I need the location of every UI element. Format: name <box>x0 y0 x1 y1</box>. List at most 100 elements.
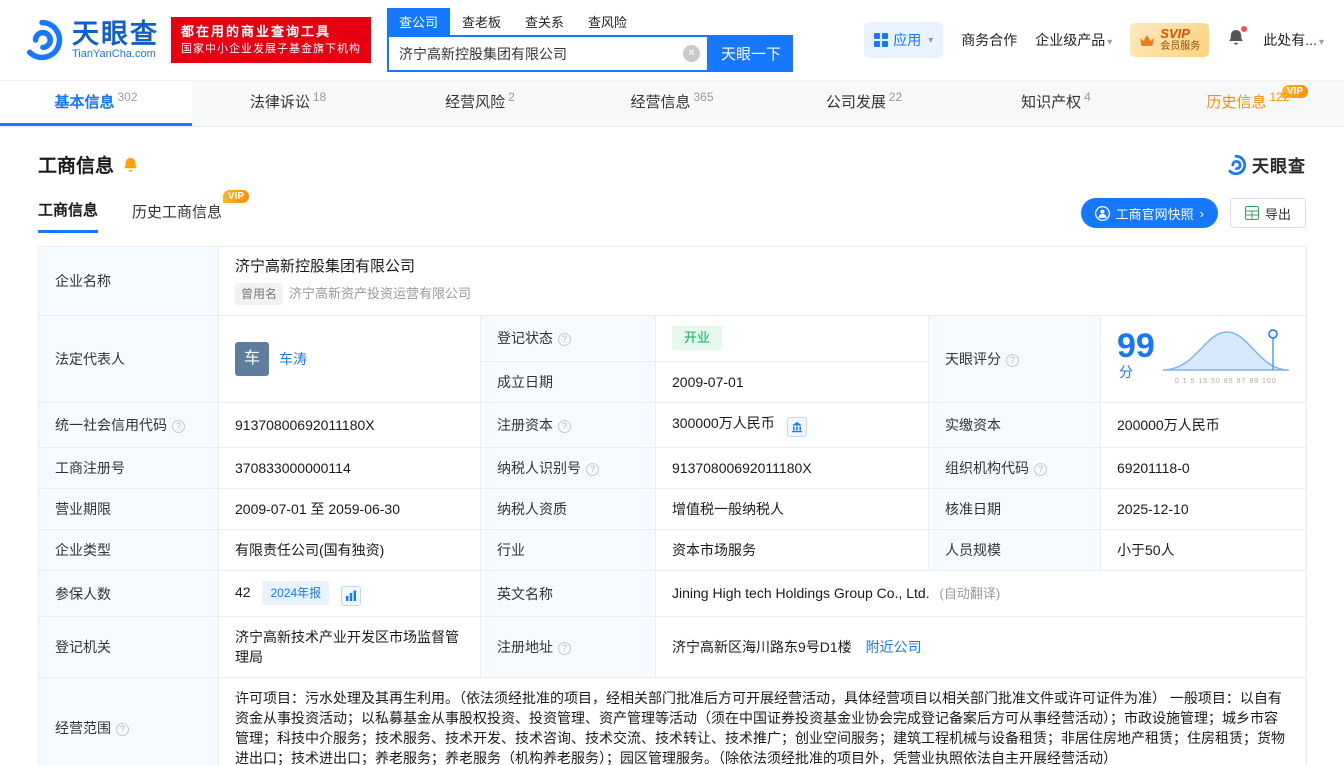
header: 天眼查 TianYanCha.com 都在用的商业查询工具 国家中小企业发展子基… <box>0 0 1344 80</box>
table-row: 企业名称 济宁高新控股集团有限公司 曾用名 济宁高新资产投资运营有限公司 <box>38 246 1308 316</box>
business-scope-value: 许可项目：污水处理及其再生利用。（依法须经批准的项目，经相关部门批准后方可开展经… <box>217 677 1308 765</box>
search-button[interactable]: 天眼一下 <box>709 35 793 72</box>
company-nav-tabs: 基本信息 302 法律诉讼 18 经营风险 2 经营信息 365 公司发展 22 知识产权… <box>0 80 1344 127</box>
field-label-company-name: 企业名称 <box>38 246 219 316</box>
auto-translate-note: (自动翻译) <box>939 586 1001 601</box>
company-name-cell: 济宁高新控股集团有限公司 曾用名 济宁高新资产投资运营有限公司 <box>217 246 1308 316</box>
field-label-reg-authority: 登记机关 <box>38 616 219 678</box>
field-label-reg-number: 工商注册号 <box>38 447 219 489</box>
field-label-business-scope: 经营范围? <box>38 677 219 765</box>
chevron-down-icon: ▾ <box>1318 37 1324 48</box>
field-label-insured: 参保人数 <box>38 570 219 617</box>
tab-history-info[interactable]: VIP 历史信息 122 <box>1152 81 1344 126</box>
search-tab-company[interactable]: 查公司 <box>387 8 451 35</box>
tianyancha-logo-icon <box>1228 154 1247 175</box>
help-icon[interactable]: ? <box>1006 353 1019 367</box>
table-row: 登记机关 济宁高新技术产业开发区市场监督管理局 注册地址? 济宁高新区海川路东9… <box>38 616 1308 678</box>
help-icon[interactable]: ? <box>558 641 571 655</box>
field-label-establish-date: 成立日期 <box>480 360 656 404</box>
help-icon[interactable]: ? <box>116 722 129 736</box>
former-name-badge: 曾用名 <box>235 283 284 305</box>
business-term-value: 2009-07-01 至 2059-06-30 <box>218 488 481 530</box>
tab-basic-info[interactable]: 基本信息 302 <box>0 81 192 126</box>
former-name: 济宁高新资产投资运营有限公司 <box>289 286 472 301</box>
tab-label: 知识产权 <box>1021 94 1082 111</box>
monitor-bell-icon[interactable] <box>122 156 139 174</box>
apps-menu-label: 应用 <box>893 32 922 48</box>
tab-company-development[interactable]: 公司发展 22 <box>768 81 960 126</box>
search-tab-risk[interactable]: 查风险 <box>576 8 639 35</box>
official-snapshot-button[interactable]: 工商官网快照 › <box>1080 198 1218 228</box>
legal-rep-avatar[interactable]: 车 <box>235 342 269 376</box>
subtab-history-business-info[interactable]: 历史工商信息 VIP <box>132 189 250 232</box>
company-type-value: 有限责任公司(国有独资) <box>218 529 481 571</box>
help-icon[interactable]: ? <box>558 419 571 433</box>
search-input[interactable] <box>387 35 709 72</box>
capital-change-icon[interactable] <box>786 417 807 437</box>
field-label-approval-date: 核准日期 <box>928 488 1101 530</box>
business-coop-link[interactable]: 商务合作 <box>961 30 1017 50</box>
chevron-down-icon: ▾ <box>928 34 934 46</box>
help-icon[interactable]: ? <box>586 462 599 476</box>
tab-legal-litigation[interactable]: 法律诉讼 18 <box>192 81 384 126</box>
search-tab-relation[interactable]: 查关系 <box>513 8 576 35</box>
clear-search-icon[interactable]: ✕ <box>683 45 700 62</box>
reg-authority-value: 济宁高新技术产业开发区市场监督管理局 <box>218 616 481 678</box>
tab-label: 基本信息 <box>54 94 115 111</box>
field-label-industry: 行业 <box>480 529 656 571</box>
field-label-score: 天眼评分? <box>928 315 1101 403</box>
field-label-company-type: 企业类型 <box>38 529 219 571</box>
credit-code-value: 91370800692011180X <box>218 402 481 448</box>
enterprise-product-link[interactable]: 企业级产品 ▾ <box>1035 30 1112 50</box>
table-row: 经营范围? 许可项目：污水处理及其再生利用。（依法须经批准的项目，经相关部门批准… <box>38 677 1308 765</box>
insured-value: 42 <box>235 584 251 600</box>
user-name: 此处有... <box>1263 32 1317 48</box>
search-area: 查公司 查老板 查关系 查风险 ✕ 天眼一下 <box>387 8 793 72</box>
paid-capital-value: 200000万人民币 <box>1099 402 1308 448</box>
slogan-line1: 都在用的商业查询工具 <box>181 24 332 39</box>
score-cell[interactable]: 99分 0 1 5 15 50 85 97 99 100 <box>1099 315 1308 403</box>
logo-text-en: TianYanCha.com <box>72 48 156 60</box>
search-tab-boss[interactable]: 查老板 <box>450 8 513 35</box>
english-name-cell: Jining High tech Holdings Group Co., Ltd… <box>654 570 1308 617</box>
reg-status-cell: 开业 <box>655 315 929 362</box>
svip-member-button[interactable]: SVIP 会员服务 <box>1130 23 1210 57</box>
notification-bell-button[interactable] <box>1227 26 1248 52</box>
field-label-reg-capital: 注册资本? <box>480 402 656 448</box>
header-right: 应用 ▾ 商务合作 企业级产品 ▾ SVIP 会员服务 此处有... ▾ <box>864 22 1324 58</box>
tab-intellectual-property[interactable]: 知识产权 4 <box>960 81 1152 126</box>
tianyancha-logo[interactable]: 天眼查 TianYanCha.com <box>20 18 159 62</box>
field-label-credit-code: 统一社会信用代码? <box>38 402 219 448</box>
tab-label: 经营风险 <box>445 94 506 111</box>
notification-dot <box>1241 26 1248 32</box>
help-icon[interactable]: ? <box>172 419 185 433</box>
help-icon[interactable]: ? <box>1034 462 1047 476</box>
address-value: 济宁高新区海川路东9号D1楼 <box>672 639 852 655</box>
annual-report-badge[interactable]: 2024年报 <box>262 581 330 605</box>
tab-count: 4 <box>1084 90 1091 104</box>
table-row: 法定代表人 车 车涛 登记状态? 开业 天眼评分? 99分 0 1 5 15 5… <box>38 315 1308 403</box>
nearby-companies-link[interactable]: 附近公司 <box>866 639 922 655</box>
tab-count: 302 <box>117 90 138 104</box>
tab-operation-info[interactable]: 经营信息 365 <box>576 81 768 126</box>
taxpayer-quality-value: 增值税一般纳税人 <box>655 488 929 530</box>
tab-count: 18 <box>312 90 327 104</box>
user-menu[interactable]: 此处有... ▾ <box>1263 30 1324 50</box>
field-label-staff-size: 人员规模 <box>928 529 1101 571</box>
chevron-down-icon: ▾ <box>1107 37 1113 48</box>
score-axis-labels: 0 1 5 15 50 85 97 99 100 <box>1174 378 1277 385</box>
subtab-business-info[interactable]: 工商信息 <box>38 199 99 233</box>
crown-icon <box>1140 34 1155 46</box>
export-label: 导出 <box>1264 206 1291 222</box>
reg-capital-cell: 300000万人民币 <box>655 402 929 448</box>
tab-operation-risk[interactable]: 经营风险 2 <box>384 81 576 126</box>
apps-menu-button[interactable]: 应用 ▾ <box>864 22 944 58</box>
taxpayer-id-value: 91370800692011180X <box>655 447 929 489</box>
insured-trend-chart-icon[interactable] <box>341 586 362 606</box>
help-icon[interactable]: ? <box>558 332 571 346</box>
search-tabs: 查公司 查老板 查关系 查风险 <box>387 8 793 35</box>
watermark-text: 天眼查 <box>1252 157 1306 176</box>
legal-rep-link[interactable]: 车涛 <box>279 349 307 369</box>
export-button[interactable]: 导出 <box>1229 198 1306 228</box>
status-badge: 开业 <box>672 326 723 351</box>
